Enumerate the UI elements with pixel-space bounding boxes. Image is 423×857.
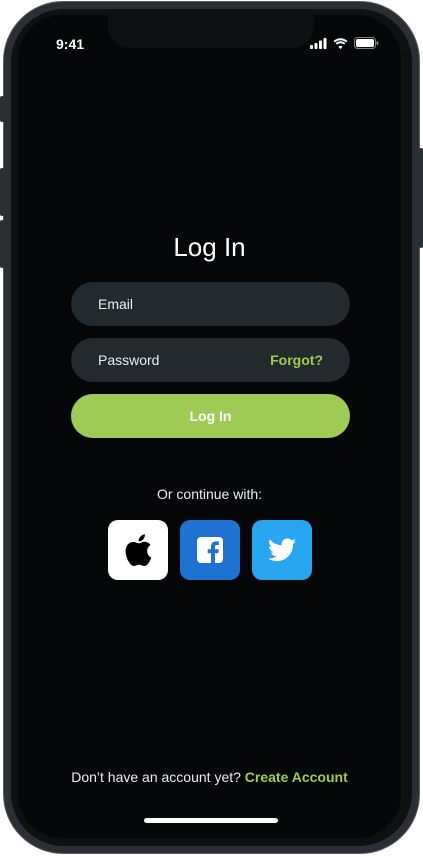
email-input[interactable] xyxy=(98,296,248,312)
mute-switch xyxy=(0,96,4,122)
page-title: Log In xyxy=(173,232,246,262)
battery-icon xyxy=(354,37,379,49)
signal-icon xyxy=(310,37,327,49)
status-time: 9:41 xyxy=(56,36,85,52)
apple-login-button[interactable] xyxy=(108,520,168,580)
volume-down-button xyxy=(0,220,4,268)
status-icons xyxy=(310,37,379,49)
forgot-password-link[interactable]: Forgot? xyxy=(270,352,323,368)
twitter-login-button[interactable] xyxy=(252,520,312,580)
login-button[interactable]: Log In xyxy=(71,394,350,438)
apple-icon xyxy=(125,534,152,566)
screen: 9:41 Log In Forgot? Log In Or continue w… xyxy=(18,15,401,838)
wifi-icon xyxy=(333,37,348,49)
signup-prompt-text: Don’t have an account yet? xyxy=(71,769,241,785)
signup-prompt: Don’t have an account yet? Create Accoun… xyxy=(18,769,401,785)
facebook-icon xyxy=(197,537,223,563)
twitter-icon xyxy=(268,538,296,562)
power-button xyxy=(419,148,423,248)
notch xyxy=(108,15,314,48)
home-indicator[interactable] xyxy=(144,818,278,823)
social-login-prompt: Or continue with: xyxy=(156,486,263,502)
facebook-login-button[interactable] xyxy=(180,520,240,580)
password-input[interactable] xyxy=(98,352,248,368)
password-field[interactable]: Forgot? xyxy=(71,338,350,382)
volume-up-button xyxy=(0,168,4,216)
create-account-link[interactable]: Create Account xyxy=(245,769,348,785)
email-field[interactable] xyxy=(71,282,350,326)
